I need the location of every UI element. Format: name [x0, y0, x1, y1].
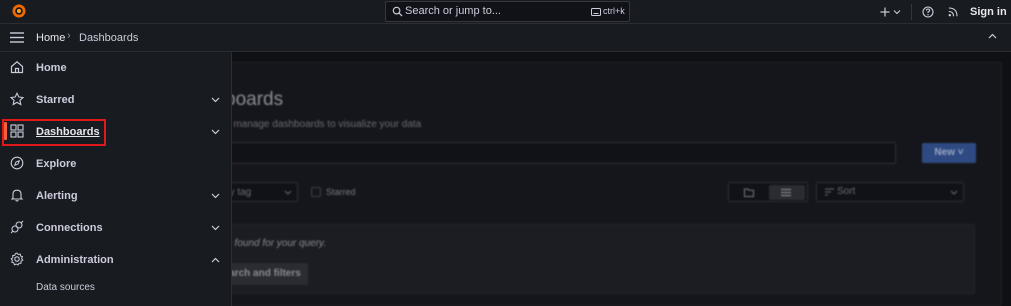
folder-icon[interactable]	[744, 188, 754, 197]
list-view-button[interactable]	[769, 185, 805, 200]
highlight-outline	[2, 119, 106, 146]
empty-state: ts found for your query. search and filt…	[204, 224, 975, 294]
chevron-down-icon	[893, 10, 901, 15]
new-dashboard-button[interactable]: New ˅	[922, 143, 976, 163]
breadcrumb-bar: Home › Dashboards	[0, 24, 1011, 52]
add-new-button[interactable]	[880, 0, 901, 24]
chevron-down-icon[interactable]	[211, 193, 220, 199]
breadcrumb-current: Dashboards	[79, 32, 139, 44]
sign-in-link[interactable]: Sign in	[970, 0, 1007, 24]
dashboards-panel: boards d manage dashboards to visualize …	[204, 62, 1002, 306]
sidebar-menu: Home Starred Dashboards Explore Alerting…	[0, 52, 232, 306]
compass-icon	[10, 156, 24, 170]
menu-icon[interactable]	[10, 32, 24, 43]
chevron-down-icon	[284, 190, 292, 195]
sidebar-item-connections[interactable]: Connections	[0, 212, 232, 244]
new-button-label: New	[934, 147, 955, 158]
sidebar-item-label: Alerting	[36, 190, 78, 202]
chevron-up-icon[interactable]	[988, 33, 997, 39]
main-content: boards d manage dashboards to visualize …	[204, 52, 1011, 306]
sort-select[interactable]: Sort	[816, 182, 964, 202]
toolbar-divider	[911, 4, 912, 20]
help-button[interactable]	[922, 0, 934, 24]
plug-icon	[10, 220, 24, 234]
search-bar[interactable]: Search or jump to... ctrl+k	[385, 1, 630, 22]
breadcrumb-home[interactable]: Home	[36, 32, 65, 44]
sidebar-item-starred[interactable]: Starred	[0, 84, 232, 116]
chevron-up-icon[interactable]	[211, 257, 220, 263]
chevron-down-icon[interactable]	[211, 225, 220, 231]
sidebar-item-administration[interactable]: Administration	[0, 244, 232, 276]
keyboard-icon	[591, 8, 601, 16]
dashboard-search-input[interactable]	[213, 142, 896, 164]
bell-icon	[10, 189, 24, 202]
sidebar-item-label: Administration	[36, 254, 114, 266]
breadcrumb-separator: ›	[67, 30, 71, 42]
search-placeholder: Search or jump to...	[405, 5, 501, 17]
star-icon	[10, 92, 24, 106]
home-icon	[10, 61, 24, 74]
sidebar-item-label: Explore	[36, 158, 77, 170]
empty-state-message: ts found for your query.	[224, 238, 327, 249]
starred-checkbox[interactable]	[311, 187, 321, 197]
chevron-down-icon	[950, 190, 958, 195]
sort-label: Sort	[837, 186, 856, 197]
sort-icon	[825, 188, 834, 196]
rss-icon	[948, 7, 958, 17]
page-title: boards	[225, 89, 284, 110]
chevron-down-icon[interactable]	[211, 129, 220, 135]
view-toggle[interactable]	[728, 182, 808, 202]
sidebar-item-home[interactable]: Home	[0, 52, 232, 84]
search-icon	[392, 6, 403, 17]
sidebar-subitem-data-sources[interactable]: Data sources	[36, 282, 95, 293]
plus-icon	[880, 7, 890, 17]
list-icon	[781, 189, 791, 196]
chevron-down-icon[interactable]	[211, 97, 220, 103]
sidebar-item-alerting[interactable]: Alerting	[0, 180, 232, 212]
sidebar-item-label: Home	[36, 62, 67, 74]
cog-icon	[10, 252, 24, 266]
sidebar-item-label: Connections	[36, 222, 103, 234]
search-shortcut: ctrl+k	[603, 6, 625, 16]
help-circle-icon	[922, 6, 934, 18]
starred-label: Starred	[326, 187, 356, 197]
sidebar-item-label: Starred	[36, 94, 75, 106]
grafana-logo-icon[interactable]	[11, 3, 27, 19]
sidebar-item-explore[interactable]: Explore	[0, 148, 232, 180]
news-button[interactable]	[948, 0, 958, 24]
top-bar: Search or jump to... ctrl+k Sign in	[0, 0, 1011, 24]
page-subtitle: d manage dashboards to visualize your da…	[225, 119, 422, 130]
